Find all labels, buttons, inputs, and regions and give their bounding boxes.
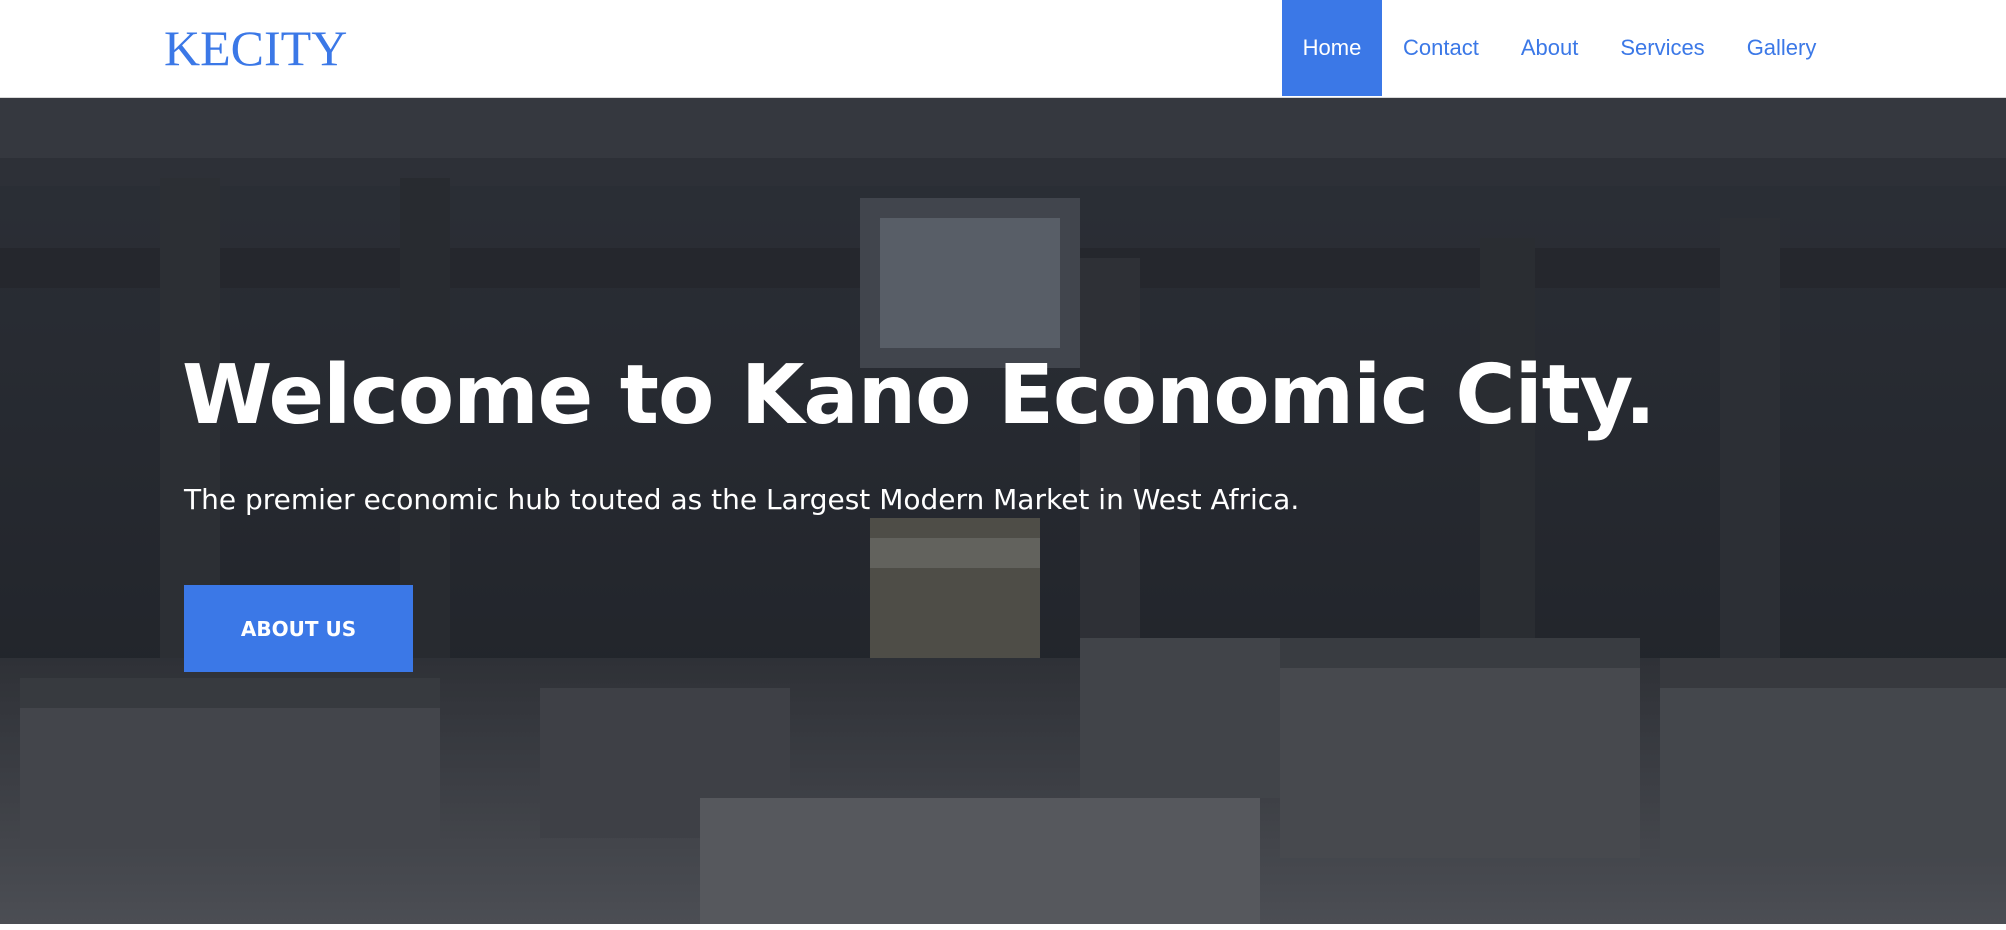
hero-subtitle: The premier economic hub touted as the L… — [184, 483, 1300, 516]
main-nav: Home Contact About Services Gallery — [1282, 0, 1837, 96]
site-logo[interactable]: KECITY — [164, 18, 347, 78]
nav-item-home[interactable]: Home — [1282, 0, 1382, 96]
nav-item-gallery[interactable]: Gallery — [1726, 0, 1838, 96]
hero-section: Welcome to Kano Economic City. The premi… — [0, 98, 2006, 924]
nav-item-contact[interactable]: Contact — [1382, 0, 1500, 96]
hero-title: Welcome to Kano Economic City. — [182, 348, 1656, 443]
navbar: KECITY Home Contact About Services Galle… — [0, 0, 2006, 98]
nav-item-about[interactable]: About — [1500, 0, 1600, 96]
bottom-strip — [0, 924, 2006, 930]
nav-item-services[interactable]: Services — [1599, 0, 1725, 96]
about-us-button[interactable]: ABOUT US — [184, 585, 413, 672]
